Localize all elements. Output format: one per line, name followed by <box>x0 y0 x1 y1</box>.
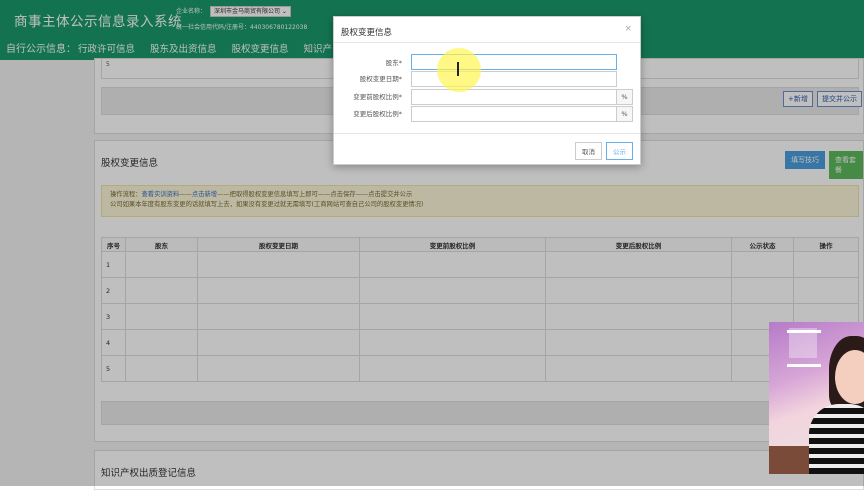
cursor-highlight <box>437 48 481 92</box>
presenter-body <box>809 404 864 474</box>
after-ratio-label: 变更后股权比例* <box>353 110 402 118</box>
change-date-label: 股权变更日期* <box>359 75 402 83</box>
before-ratio-label: 变更前股权比例* <box>353 93 402 101</box>
dialog-footer: 取消 公示 <box>334 133 640 166</box>
shelf <box>787 364 821 367</box>
equity-change-dialog: 股权变更信息 × 股东* 股权变更日期* 变更前股权比例* % 变更后股权比例*… <box>333 16 641 165</box>
shelf-decor <box>789 328 817 358</box>
dialog-header: 股权变更信息 × <box>334 17 640 43</box>
shareholder-label: 股东* <box>385 59 402 67</box>
close-icon[interactable]: × <box>624 24 632 34</box>
before-ratio-percent: % <box>617 89 633 105</box>
before-ratio-input[interactable] <box>411 89 617 105</box>
dialog-title: 股权变更信息 <box>341 28 393 38</box>
after-ratio-percent: % <box>617 106 633 122</box>
after-ratio-input[interactable] <box>411 106 617 122</box>
cancel-button[interactable]: 取消 <box>575 142 602 160</box>
text-cursor-icon <box>457 62 459 76</box>
publish-button[interactable]: 公示 <box>606 142 633 160</box>
webcam-overlay <box>769 322 864 474</box>
